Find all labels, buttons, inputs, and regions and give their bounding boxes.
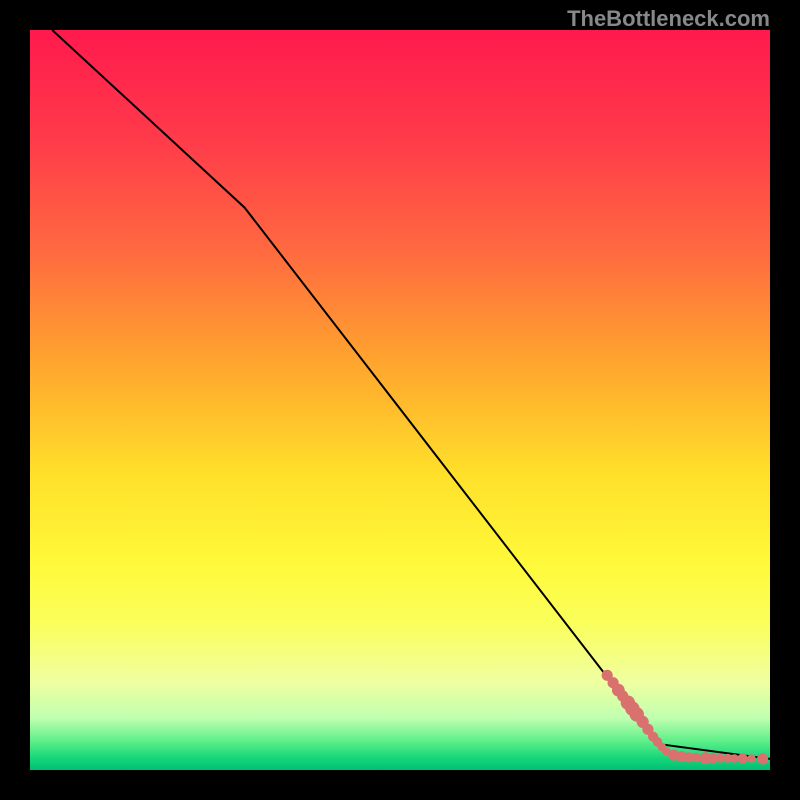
curve-line	[52, 30, 770, 759]
scatter-point	[730, 754, 738, 762]
chart-frame: TheBottleneck.com	[0, 0, 800, 800]
scatter-point	[747, 754, 755, 762]
scatter-group	[602, 670, 769, 765]
watermark-label: TheBottleneck.com	[567, 6, 770, 32]
scatter-point	[757, 753, 768, 764]
plot-area	[30, 30, 770, 770]
chart-overlay	[30, 30, 770, 770]
scatter-point	[691, 753, 701, 763]
scatter-point	[738, 753, 748, 763]
